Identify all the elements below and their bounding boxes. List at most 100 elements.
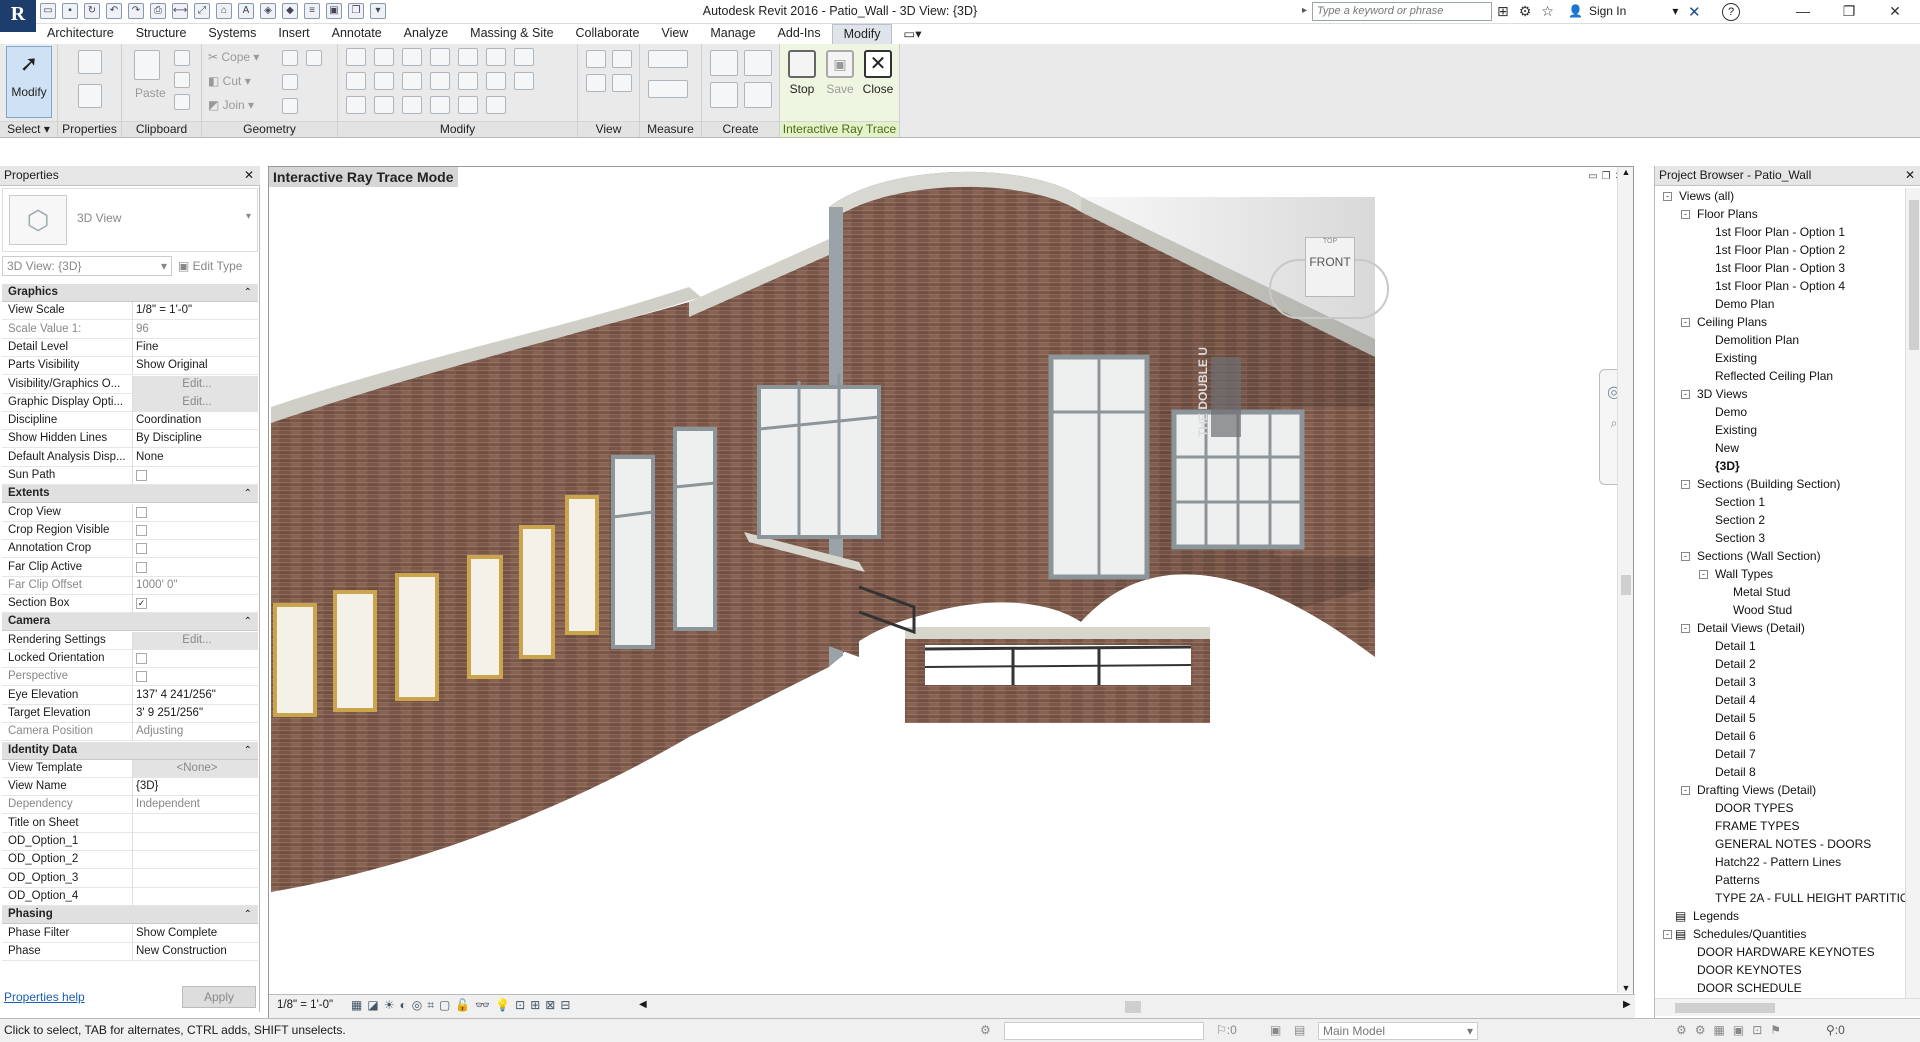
ribbon-minimize-toggle[interactable]: ▭▾ — [892, 24, 932, 44]
save-icon[interactable]: ▪ — [62, 3, 78, 19]
tree-node[interactable]: Reflected Ceiling Plan — [1715, 368, 1833, 386]
temp-hide-icon[interactable]: 👓 — [475, 998, 490, 1013]
checkbox[interactable] — [136, 506, 147, 518]
viewcube[interactable]: TOP FRONT — [1305, 237, 1355, 297]
tree-node[interactable]: TYPE 2A - FULL HEIGHT PARTITION — [1715, 890, 1905, 908]
property-value[interactable]: 1/8" = 1'-0" — [132, 302, 258, 321]
tree-collapse-toggle[interactable]: - — [1681, 552, 1690, 561]
help-icon[interactable]: ? — [1722, 3, 1740, 21]
property-checkbox[interactable] — [132, 540, 258, 559]
type-selector[interactable]: ⬡ 3D View ▾ — [2, 188, 258, 252]
open-icon[interactable]: ▭ — [40, 3, 56, 19]
tree-node[interactable]: Floor Plans — [1697, 206, 1758, 224]
tree-node[interactable]: Detail 7 — [1715, 746, 1756, 764]
tree-node[interactable]: 1st Floor Plan - Option 3 — [1715, 260, 1845, 278]
property-value[interactable]: Show Original — [132, 357, 258, 376]
customize-qat-icon[interactable]: ▾ — [370, 3, 386, 19]
tree-collapse-toggle[interactable]: - — [1663, 930, 1672, 939]
create-assembly-icon[interactable] — [710, 50, 738, 76]
collapse-section-icon[interactable]: ⌃ — [244, 485, 252, 502]
exchange-apps-icon[interactable]: ✕ — [1688, 3, 1706, 21]
tree-collapse-toggle[interactable]: - — [1681, 786, 1690, 795]
redo-icon[interactable]: ↷ — [128, 3, 144, 19]
tree-collapse-toggle[interactable]: - — [1681, 318, 1690, 327]
close-icon[interactable]: ✕ — [1905, 166, 1915, 185]
unlock-3d-icon[interactable]: 🔓 — [455, 998, 470, 1013]
close-window-button[interactable]: ✕ — [1872, 0, 1918, 24]
tree-collapse-toggle[interactable]: - — [1681, 210, 1690, 219]
tree-node[interactable]: DOOR KEYNOTES — [1697, 962, 1802, 980]
property-section-header[interactable]: Extents ⌃ — [2, 485, 258, 504]
property-value[interactable]: 137' 4 241/256" — [132, 686, 258, 705]
tree-node[interactable]: Drafting Views (Detail) — [1697, 782, 1816, 800]
array-icon[interactable] — [458, 72, 478, 90]
tree-node[interactable]: Patterns — [1715, 872, 1760, 890]
view-scale-button[interactable]: 1/8" = 1'-0" — [277, 999, 333, 1011]
scroll-left-icon[interactable]: ◀ — [639, 999, 647, 1010]
property-checkbox[interactable] — [132, 558, 258, 577]
collapse-section-icon[interactable]: ⌃ — [244, 284, 252, 301]
property-checkbox[interactable]: ✓ — [132, 595, 258, 614]
property-section-header[interactable]: Phasing ⌃ — [2, 906, 258, 925]
tree-node[interactable]: Detail 6 — [1715, 728, 1756, 746]
measure-icon[interactable]: ⟷ — [172, 3, 188, 19]
detail-level-icon[interactable]: ▦ — [351, 998, 362, 1013]
tree-node[interactable]: FRAME TYPES — [1715, 818, 1799, 836]
paint-icon[interactable] — [282, 74, 298, 90]
tab-analyze[interactable]: Analyze — [393, 24, 459, 44]
tree-node[interactable]: Detail 5 — [1715, 710, 1756, 728]
design-option-select[interactable]: Main Model ▾ — [1318, 1022, 1478, 1040]
tree-node[interactable]: GENERAL NOTES - DOORS — [1715, 836, 1871, 854]
wall-joins-icon[interactable] — [282, 50, 298, 66]
temp-properties-icon[interactable]: ⊡ — [515, 998, 525, 1013]
create-similar-icon[interactable] — [744, 82, 772, 108]
tree-node[interactable]: Detail 8 — [1715, 764, 1756, 782]
linework-icon[interactable] — [586, 74, 606, 92]
tag-icon[interactable]: ⌂ — [216, 3, 232, 19]
search-expand-icon[interactable]: ▸ — [1302, 5, 1307, 16]
demolish-icon[interactable] — [282, 98, 298, 114]
tree-node[interactable]: Detail 2 — [1715, 656, 1756, 674]
hide-in-view-icon[interactable] — [586, 50, 606, 68]
tab-insert[interactable]: Insert — [267, 24, 320, 44]
property-section-header[interactable]: Graphics ⌃ — [2, 284, 258, 302]
aligned-dimension-icon[interactable]: ⤢ — [194, 3, 210, 19]
property-edit-button[interactable]: Edit... — [132, 393, 258, 412]
instance-filter-select[interactable]: 3D View: {3D} ▾ — [2, 256, 172, 276]
checkbox[interactable] — [136, 653, 147, 664]
tree-node[interactable]: Wood Stud — [1733, 602, 1792, 620]
tree-node[interactable]: 1st Floor Plan - Option 1 — [1715, 224, 1845, 242]
measure-tool-icon[interactable] — [648, 50, 688, 68]
checkbox[interactable] — [136, 470, 147, 481]
crop-view-icon[interactable]: ⌗ — [427, 998, 434, 1013]
mirror-axis-icon[interactable] — [402, 48, 422, 66]
paste-icon[interactable] — [134, 50, 160, 80]
property-value[interactable]: 1000' 0" — [132, 576, 258, 595]
view-settings-icon[interactable] — [612, 74, 632, 92]
tab-add-ins[interactable]: Add-Ins — [767, 24, 832, 44]
checkbox[interactable]: ✓ — [136, 598, 147, 610]
delete-icon[interactable] — [486, 96, 506, 114]
tree-node[interactable]: New — [1715, 440, 1739, 458]
cut-clipboard-icon[interactable] — [174, 50, 190, 66]
property-checkbox[interactable] — [132, 503, 258, 522]
tree-node[interactable]: Schedules/Quantities — [1693, 926, 1806, 944]
create-group-icon[interactable] — [710, 82, 738, 108]
scale-2-icon[interactable] — [458, 96, 478, 114]
property-edit-button[interactable]: Edit... — [132, 631, 258, 650]
tree-collapse-toggle[interactable]: - — [1681, 480, 1690, 489]
tree-node[interactable]: 1st Floor Plan - Option 4 — [1715, 278, 1845, 296]
show-crop-icon[interactable]: ▢ — [439, 998, 450, 1013]
tree-node[interactable]: DOOR HARDWARE KEYNOTES — [1697, 944, 1875, 962]
worksharing-icon[interactable]: ⊞ — [530, 998, 540, 1013]
tree-collapse-toggle[interactable]: - — [1681, 624, 1690, 633]
visual-style-icon[interactable]: ◪ — [367, 998, 378, 1013]
tree-node[interactable]: Sections (Building Section) — [1697, 476, 1840, 494]
tree-node[interactable]: Legends — [1693, 908, 1739, 926]
property-checkbox[interactable] — [132, 467, 258, 485]
property-value[interactable]: Independent — [132, 796, 258, 815]
section-icon[interactable]: ◆ — [282, 3, 298, 19]
pin-icon[interactable] — [514, 48, 534, 66]
restore-button[interactable]: ❐ — [1826, 0, 1872, 24]
modify-button[interactable]: ➚ Modify — [6, 46, 52, 118]
